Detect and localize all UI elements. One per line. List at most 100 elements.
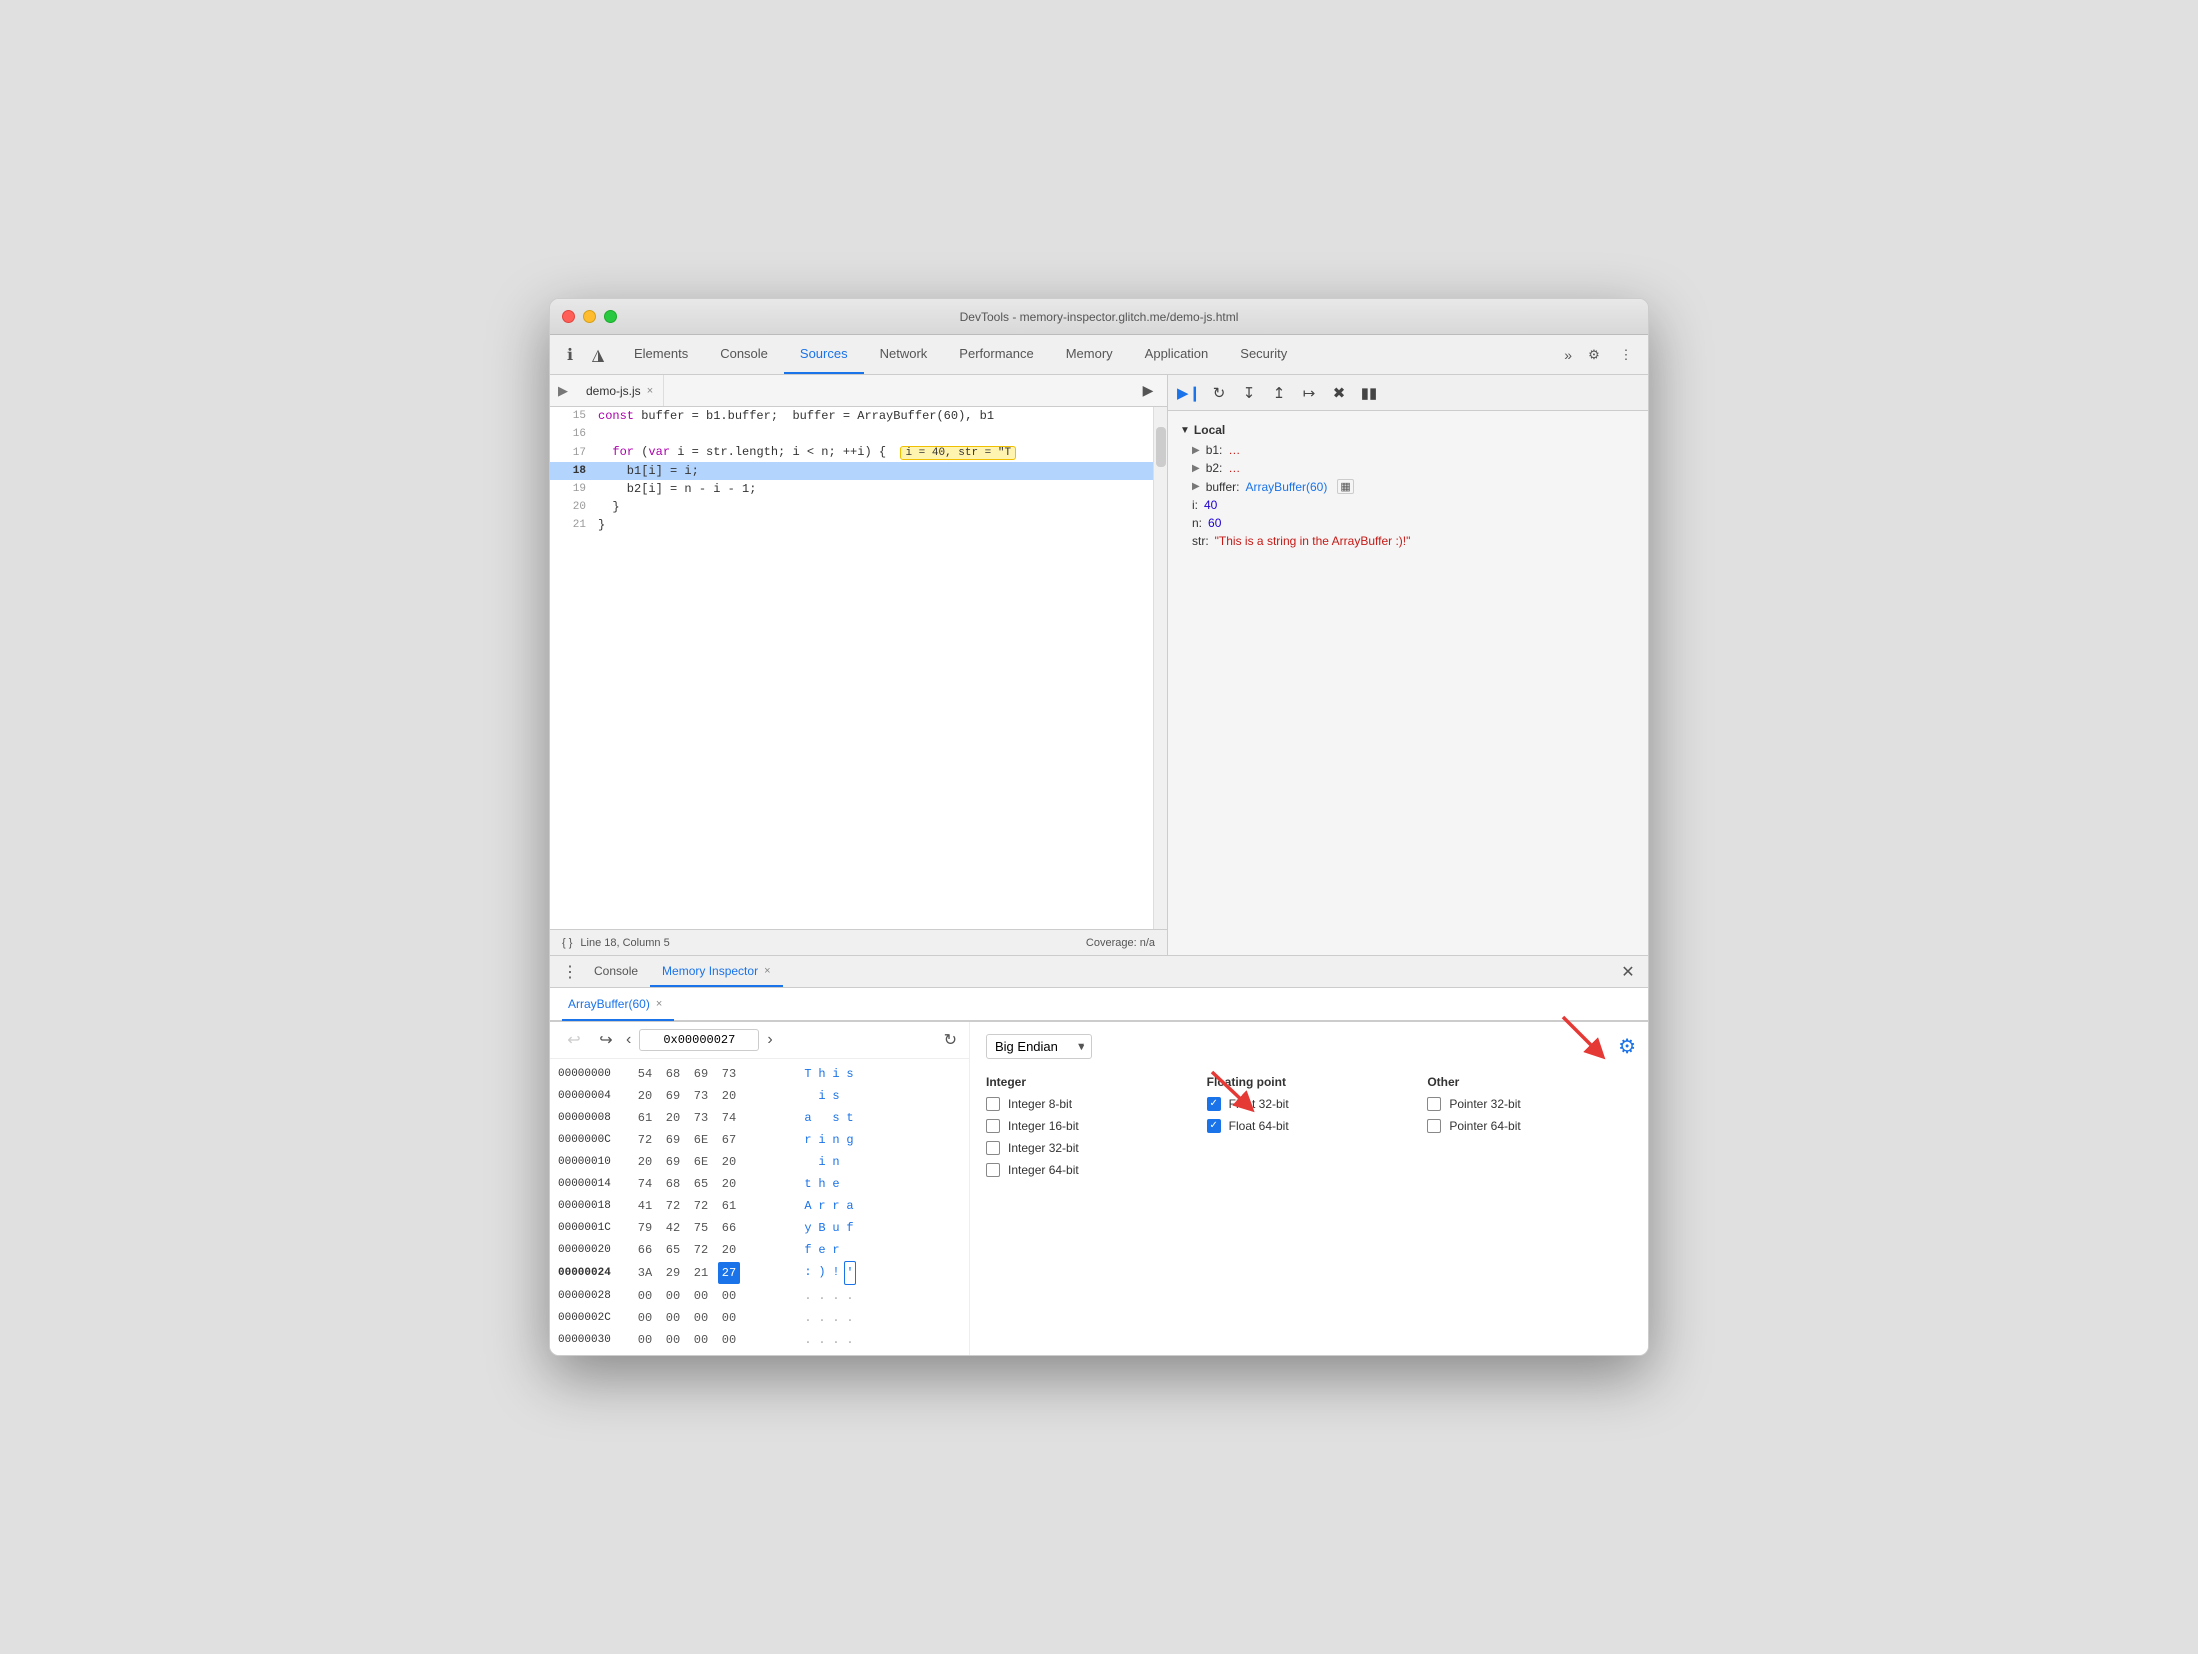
bottom-panel-menu[interactable]: ⋮	[558, 960, 582, 984]
scope-item-b1[interactable]: ▶ b1: …	[1168, 441, 1648, 459]
file-tab-demo[interactable]: demo-js.js ×	[576, 375, 664, 406]
hex-byte-9-2[interactable]: 21	[690, 1262, 712, 1284]
hex-byte-5-1[interactable]: 68	[662, 1173, 684, 1195]
mi-addr-next[interactable]: ›	[767, 1031, 772, 1049]
step-btn[interactable]: ↦	[1296, 380, 1322, 406]
hex-byte-7-3[interactable]: 66	[718, 1217, 740, 1239]
cursor-icon[interactable]: ℹ	[558, 343, 582, 367]
hex-byte-4-3[interactable]: 20	[718, 1151, 740, 1173]
mi-address-input[interactable]	[639, 1029, 759, 1051]
tab-console-bottom[interactable]: Console	[582, 956, 650, 987]
close-bottom-panel-btn[interactable]: ✕	[1616, 960, 1640, 984]
file-nav-btn[interactable]: ▶	[1137, 380, 1159, 402]
tab-memory-inspector[interactable]: Memory Inspector ×	[650, 956, 782, 987]
tab-performance[interactable]: Performance	[943, 335, 1049, 374]
int16-checkbox[interactable]	[986, 1119, 1000, 1133]
hex-byte-11-1[interactable]: 00	[662, 1307, 684, 1329]
hex-byte-3-0[interactable]: 72	[634, 1129, 656, 1151]
tab-application[interactable]: Application	[1129, 335, 1225, 374]
hex-byte-12-2[interactable]: 00	[690, 1329, 712, 1351]
hex-byte-3-2[interactable]: 6E	[690, 1129, 712, 1151]
hex-byte-3-3[interactable]: 67	[718, 1129, 740, 1151]
hex-byte-12-0[interactable]: 00	[634, 1329, 656, 1351]
float64-checkbox[interactable]	[1207, 1119, 1221, 1133]
mi-back-btn[interactable]: ↩	[562, 1028, 586, 1052]
more-options-icon[interactable]: ⋮	[1612, 341, 1640, 369]
int32-checkbox[interactable]	[986, 1141, 1000, 1155]
hex-byte-9-3[interactable]: 27	[718, 1262, 740, 1284]
ptr64-checkbox[interactable]	[1427, 1119, 1441, 1133]
scope-item-b2[interactable]: ▶ b2: …	[1168, 459, 1648, 477]
hex-byte-0-2[interactable]: 69	[690, 1063, 712, 1085]
int8-checkbox[interactable]	[986, 1097, 1000, 1111]
arraybuffer-tab[interactable]: ArrayBuffer(60) ×	[562, 989, 674, 1021]
hex-byte-2-0[interactable]: 61	[634, 1107, 656, 1129]
settings-icon[interactable]: ⚙	[1580, 341, 1608, 369]
hex-byte-7-1[interactable]: 42	[662, 1217, 684, 1239]
float32-checkbox[interactable]	[1207, 1097, 1221, 1111]
tab-overflow[interactable]: »	[1556, 347, 1580, 363]
hex-byte-12-1[interactable]: 00	[662, 1329, 684, 1351]
hex-byte-7-0[interactable]: 79	[634, 1217, 656, 1239]
hex-byte-1-3[interactable]: 20	[718, 1085, 740, 1107]
mi-addr-prev[interactable]: ‹	[626, 1031, 631, 1049]
hex-byte-11-3[interactable]: 00	[718, 1307, 740, 1329]
tab-security[interactable]: Security	[1224, 335, 1303, 374]
pause-exceptions-btn[interactable]: ▮▮	[1356, 380, 1382, 406]
tab-sources[interactable]: Sources	[784, 335, 864, 374]
hex-byte-6-3[interactable]: 61	[718, 1195, 740, 1217]
hex-byte-0-3[interactable]: 73	[718, 1063, 740, 1085]
endian-select[interactable]: Big Endian Little Endian	[986, 1034, 1092, 1059]
hex-byte-0-0[interactable]: 54	[634, 1063, 656, 1085]
maximize-button[interactable]	[604, 310, 617, 323]
memory-inspect-icon[interactable]: ▦	[1337, 479, 1353, 494]
close-button[interactable]	[562, 310, 575, 323]
hex-byte-2-2[interactable]: 73	[690, 1107, 712, 1129]
tab-network[interactable]: Network	[864, 335, 944, 374]
resume-btn[interactable]: ▶❙	[1176, 380, 1202, 406]
hex-byte-9-1[interactable]: 29	[662, 1262, 684, 1284]
hex-byte-4-1[interactable]: 69	[662, 1151, 684, 1173]
hex-byte-8-2[interactable]: 72	[690, 1239, 712, 1261]
tab-elements[interactable]: Elements	[618, 335, 704, 374]
hex-byte-5-3[interactable]: 20	[718, 1173, 740, 1195]
tab-console[interactable]: Console	[704, 335, 784, 374]
hex-byte-0-1[interactable]: 68	[662, 1063, 684, 1085]
hex-byte-10-2[interactable]: 00	[690, 1285, 712, 1307]
step-into-btn[interactable]: ↧	[1236, 380, 1262, 406]
hex-byte-7-2[interactable]: 75	[690, 1217, 712, 1239]
ptr32-checkbox[interactable]	[1427, 1097, 1441, 1111]
mobile-icon[interactable]: ◮	[586, 343, 610, 367]
hex-byte-4-2[interactable]: 6E	[690, 1151, 712, 1173]
hex-byte-6-0[interactable]: 41	[634, 1195, 656, 1217]
hex-byte-6-2[interactable]: 72	[690, 1195, 712, 1217]
hex-byte-1-1[interactable]: 69	[662, 1085, 684, 1107]
code-scrollbar[interactable]	[1153, 407, 1167, 929]
mi-gear-btn[interactable]: ⚙	[1618, 1034, 1636, 1059]
hex-byte-11-0[interactable]: 00	[634, 1307, 656, 1329]
hex-byte-10-3[interactable]: 00	[718, 1285, 740, 1307]
int64-checkbox[interactable]	[986, 1163, 1000, 1177]
step-over-btn[interactable]: ↻	[1206, 380, 1232, 406]
mi-forward-btn[interactable]: ↪	[594, 1028, 618, 1052]
hex-byte-1-2[interactable]: 73	[690, 1085, 712, 1107]
hex-byte-6-1[interactable]: 72	[662, 1195, 684, 1217]
hex-byte-2-1[interactable]: 20	[662, 1107, 684, 1129]
hex-byte-3-1[interactable]: 69	[662, 1129, 684, 1151]
arraybuffer-tab-close[interactable]: ×	[656, 998, 662, 1010]
deactivate-btn[interactable]: ✖	[1326, 380, 1352, 406]
hex-byte-10-1[interactable]: 00	[662, 1285, 684, 1307]
step-out-btn[interactable]: ↥	[1266, 380, 1292, 406]
mi-refresh-btn[interactable]: ↻	[944, 1030, 957, 1050]
hex-byte-11-2[interactable]: 00	[690, 1307, 712, 1329]
hex-byte-8-3[interactable]: 20	[718, 1239, 740, 1261]
hex-byte-8-0[interactable]: 66	[634, 1239, 656, 1261]
scope-item-buffer[interactable]: ▶ buffer: ArrayBuffer(60) ▦	[1168, 477, 1648, 496]
hex-byte-8-1[interactable]: 65	[662, 1239, 684, 1261]
hex-byte-10-0[interactable]: 00	[634, 1285, 656, 1307]
memory-inspector-tab-close[interactable]: ×	[764, 965, 770, 977]
hex-byte-5-0[interactable]: 74	[634, 1173, 656, 1195]
hex-byte-12-3[interactable]: 00	[718, 1329, 740, 1351]
hex-byte-1-0[interactable]: 20	[634, 1085, 656, 1107]
hex-byte-9-0[interactable]: 3A	[634, 1262, 656, 1284]
